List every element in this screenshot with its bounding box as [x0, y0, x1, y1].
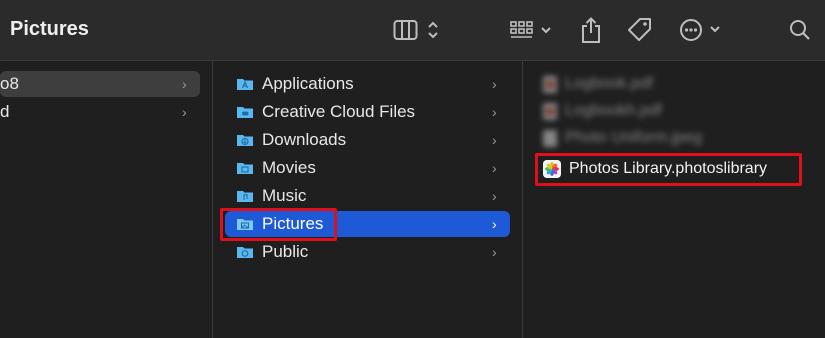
file-item[interactable]: Logbookh.pdf — [543, 99, 662, 123]
folder-cloud-icon — [237, 107, 253, 118]
more-actions-button[interactable] — [679, 14, 725, 46]
parent-item-selected[interactable]: o8 › — [0, 71, 200, 97]
file-label: Photo Uniform.jpeg — [565, 129, 702, 146]
toolbar: Pictures — [0, 0, 825, 61]
image-file-icon — [543, 129, 557, 147]
share-button[interactable] — [580, 14, 602, 46]
pictures-contents-column: Logbook.pdf Logbookh.pdf Photo Uniform.j… — [523, 61, 825, 338]
folder-label: Music — [262, 186, 307, 205]
chevron-right-icon: › — [492, 104, 497, 120]
folder-downloads-icon — [237, 135, 253, 146]
pictures-highlight-box — [220, 208, 337, 241]
parent-item-label: o8 — [0, 74, 19, 93]
view-mode-button[interactable] — [393, 14, 441, 46]
column-browser: o8 › d › Applications › Creative Cloud F… — [0, 61, 825, 338]
group-button[interactable] — [510, 14, 556, 46]
search-icon — [790, 20, 810, 40]
folder-item-public[interactable]: Public › — [225, 239, 510, 265]
window-title: Pictures — [10, 18, 89, 40]
chevron-right-icon: › — [492, 216, 497, 232]
search-button[interactable] — [788, 14, 812, 46]
folder-applications-icon — [237, 79, 253, 90]
parent-item-label: d — [0, 102, 10, 121]
pdf-file-icon — [543, 75, 557, 93]
chevron-right-icon: › — [182, 76, 187, 92]
chevron-right-icon: › — [492, 160, 497, 176]
folder-item-music[interactable]: Music › — [225, 183, 510, 209]
home-folder-column: Applications › Creative Cloud Files › Do… — [213, 61, 523, 338]
column-view-icon — [393, 20, 438, 40]
folder-label: Downloads — [262, 130, 347, 149]
chevron-right-icon: › — [182, 104, 187, 120]
pdf-file-icon — [543, 102, 557, 120]
ellipsis-circle-icon — [680, 19, 720, 41]
chevron-right-icon: › — [492, 244, 497, 260]
photos-library-highlight-box — [535, 153, 802, 186]
share-icon — [582, 17, 600, 43]
folder-movies-icon — [237, 163, 253, 174]
folder-public-icon — [237, 247, 253, 258]
chevron-right-icon: › — [492, 76, 497, 92]
folder-label: Applications — [262, 74, 354, 93]
tag-icon — [628, 18, 651, 41]
folder-music-icon — [237, 191, 253, 202]
folder-item-movies[interactable]: Movies › — [225, 155, 510, 181]
file-item[interactable]: Photo Uniform.jpeg — [543, 126, 702, 150]
file-label: Logbookh.pdf — [565, 102, 662, 119]
folder-label: Creative Cloud Files — [262, 102, 416, 121]
parent-column: o8 › d › — [0, 61, 213, 338]
folder-label: Public — [262, 242, 309, 261]
folder-item-creative-cloud-files[interactable]: Creative Cloud Files › — [225, 99, 510, 125]
grid-group-icon — [510, 21, 551, 38]
folder-item-applications[interactable]: Applications › — [225, 71, 510, 97]
chevron-right-icon: › — [492, 132, 497, 148]
tag-button[interactable] — [626, 14, 654, 46]
folder-item-downloads[interactable]: Downloads › — [225, 127, 510, 153]
chevron-right-icon: › — [492, 188, 497, 204]
file-item[interactable]: Logbook.pdf — [543, 72, 653, 96]
file-label: Logbook.pdf — [565, 75, 654, 92]
folder-label: Movies — [262, 158, 316, 177]
parent-item[interactable]: d › — [0, 99, 200, 125]
